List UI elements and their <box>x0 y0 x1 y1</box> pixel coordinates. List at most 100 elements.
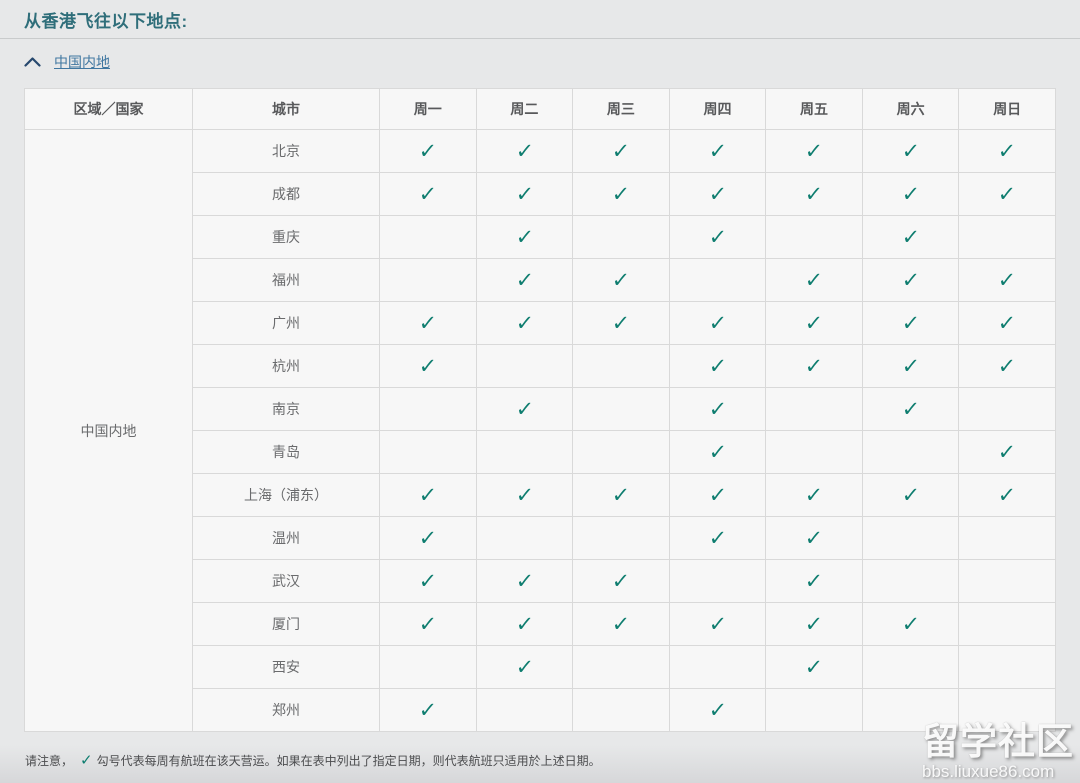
check-icon: ✓ <box>418 485 437 506</box>
check-icon: ✓ <box>804 528 823 549</box>
flight-day-cell-checked: ✓ <box>476 388 573 431</box>
col-header-thursday: 周四 <box>669 89 766 130</box>
check-icon: ✓ <box>418 700 437 721</box>
flight-day-cell-checked: ✓ <box>380 560 477 603</box>
check-icon: ✓ <box>611 313 630 334</box>
flight-day-cell-empty <box>669 646 766 689</box>
flight-day-cell-checked: ✓ <box>476 560 573 603</box>
watermark-url: bbs.liuxue86.com <box>922 763 1074 781</box>
check-icon: ✓ <box>901 141 920 162</box>
chevron-up-icon[interactable] <box>24 57 41 67</box>
flight-day-cell-checked: ✓ <box>380 130 477 173</box>
city-cell: 温州 <box>193 517 380 560</box>
col-header-monday: 周一 <box>380 89 477 130</box>
flight-day-cell-checked: ✓ <box>476 646 573 689</box>
flight-day-cell-checked: ✓ <box>862 130 959 173</box>
flight-day-cell-checked: ✓ <box>766 517 863 560</box>
flight-day-cell-empty <box>476 345 573 388</box>
flight-day-cell-checked: ✓ <box>766 603 863 646</box>
flight-day-cell-checked: ✓ <box>862 259 959 302</box>
check-icon: ✓ <box>998 141 1017 162</box>
flight-day-cell-empty <box>573 345 670 388</box>
flight-day-cell-checked: ✓ <box>669 216 766 259</box>
flight-day-cell-checked: ✓ <box>573 560 670 603</box>
flight-day-cell-empty <box>573 689 670 732</box>
check-icon: ✓ <box>901 614 920 635</box>
flight-day-cell-checked: ✓ <box>669 388 766 431</box>
flight-day-cell-checked: ✓ <box>766 130 863 173</box>
flight-day-cell-empty <box>959 216 1056 259</box>
flight-day-cell-empty <box>862 560 959 603</box>
flight-day-cell-checked: ✓ <box>380 345 477 388</box>
check-icon: ✓ <box>515 657 534 678</box>
city-cell: 重庆 <box>193 216 380 259</box>
flight-day-cell-checked: ✓ <box>959 474 1056 517</box>
check-icon: ✓ <box>418 614 437 635</box>
check-icon: ✓ <box>901 313 920 334</box>
flight-day-cell-checked: ✓ <box>766 302 863 345</box>
flight-day-cell-checked: ✓ <box>862 388 959 431</box>
flight-day-cell-checked: ✓ <box>669 474 766 517</box>
flight-schedule-table: 区域／国家 城市 周一 周二 周三 周四 周五 周六 周日 中国内地北京✓✓✓✓… <box>24 88 1056 732</box>
flight-day-cell-checked: ✓ <box>573 603 670 646</box>
check-icon: ✓ <box>998 270 1017 291</box>
check-icon: ✓ <box>418 528 437 549</box>
flight-day-cell-checked: ✓ <box>669 130 766 173</box>
flight-day-cell-empty <box>573 646 670 689</box>
flight-day-cell-checked: ✓ <box>959 173 1056 216</box>
check-icon: ✓ <box>708 528 727 549</box>
check-icon: ✓ <box>804 571 823 592</box>
col-header-region: 区域／国家 <box>25 89 193 130</box>
flight-day-cell-checked: ✓ <box>669 345 766 388</box>
city-cell: 北京 <box>193 130 380 173</box>
flight-day-cell-checked: ✓ <box>959 302 1056 345</box>
flight-day-cell-checked: ✓ <box>380 474 477 517</box>
check-icon: ✓ <box>418 571 437 592</box>
check-icon: ✓ <box>998 356 1017 377</box>
flight-day-cell-checked: ✓ <box>862 345 959 388</box>
table-header-row: 区域／国家 城市 周一 周二 周三 周四 周五 周六 周日 <box>25 89 1056 130</box>
city-cell: 郑州 <box>193 689 380 732</box>
table-row: 中国内地北京✓✓✓✓✓✓✓ <box>25 130 1056 173</box>
check-icon: ✓ <box>998 442 1017 463</box>
section-toggle-mainland-china[interactable]: 中国内地 <box>24 52 110 72</box>
col-header-friday: 周五 <box>766 89 863 130</box>
flight-day-cell-checked: ✓ <box>959 259 1056 302</box>
check-icon: ✓ <box>708 184 727 205</box>
flight-day-cell-checked: ✓ <box>476 130 573 173</box>
section-link-mainland-china[interactable]: 中国内地 <box>54 52 110 72</box>
flight-day-cell-empty <box>862 689 959 732</box>
flight-day-cell-checked: ✓ <box>959 130 1056 173</box>
check-icon: ✓ <box>515 571 534 592</box>
check-icon: ✓ <box>708 399 727 420</box>
check-icon: ✓ <box>804 141 823 162</box>
check-icon: ✓ <box>515 313 534 334</box>
check-icon: ✓ <box>998 184 1017 205</box>
city-cell: 福州 <box>193 259 380 302</box>
check-icon: ✓ <box>804 313 823 334</box>
flight-day-cell-checked: ✓ <box>380 603 477 646</box>
page: 从香港飞往以下地点: 中国内地 区域／国家 城市 周一 周二 周三 周四 周五 … <box>0 0 1080 783</box>
check-icon: ✓ <box>708 614 727 635</box>
flight-day-cell-checked: ✓ <box>573 302 670 345</box>
flight-day-cell-checked: ✓ <box>380 689 477 732</box>
city-cell: 广州 <box>193 302 380 345</box>
flight-day-cell-checked: ✓ <box>766 646 863 689</box>
city-cell: 南京 <box>193 388 380 431</box>
check-icon: ✓ <box>708 442 727 463</box>
footnote: 请注意， ✓ 勾号代表每周有航班在该天营运。如果在表中列出了指定日期，则代表航班… <box>25 752 601 769</box>
col-header-wednesday: 周三 <box>573 89 670 130</box>
col-header-tuesday: 周二 <box>476 89 573 130</box>
check-icon: ✓ <box>80 753 93 768</box>
page-title: 从香港飞往以下地点: <box>24 7 188 32</box>
flight-day-cell-empty <box>380 216 477 259</box>
flight-day-cell-checked: ✓ <box>573 474 670 517</box>
check-icon: ✓ <box>611 184 630 205</box>
flight-day-cell-checked: ✓ <box>862 216 959 259</box>
check-icon: ✓ <box>515 399 534 420</box>
flight-day-cell-empty <box>766 689 863 732</box>
flight-day-cell-checked: ✓ <box>669 517 766 560</box>
check-icon: ✓ <box>708 356 727 377</box>
flight-day-cell-empty <box>573 431 670 474</box>
flight-day-cell-checked: ✓ <box>476 302 573 345</box>
